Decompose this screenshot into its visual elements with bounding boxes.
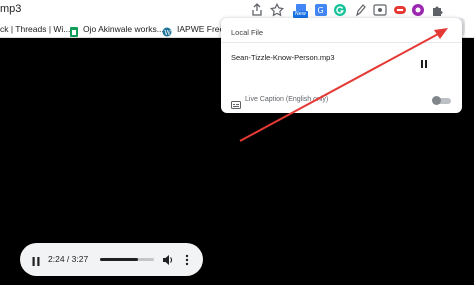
track-title: Sean-Tizzle-Know-Person.mp3: [231, 53, 335, 62]
wordpress-icon: W: [162, 24, 172, 37]
google-sheets-icon: [69, 24, 79, 37]
bookmark-ojo-akinwale[interactable]: Ojo Akinwale works...: [83, 24, 164, 34]
seek-bar-fill: [100, 258, 138, 261]
player-time: 2:24 / 3:27: [48, 254, 89, 264]
player-seek-bar[interactable]: [100, 258, 154, 261]
popup-source-label: Local File: [231, 28, 264, 37]
audio-player: 2:24 / 3:27: [20, 243, 203, 276]
player-pause-button[interactable]: [31, 254, 41, 266]
popup-divider: [221, 42, 462, 43]
browser-topbar: mp3 New G: [0, 0, 474, 20]
pause-icon: [32, 257, 40, 266]
live-caption-label: Live Caption (English only): [245, 96, 329, 103]
more-options-icon[interactable]: [185, 253, 189, 266]
puzzle-icon[interactable]: [430, 3, 444, 17]
volume-icon[interactable]: [162, 253, 174, 265]
svg-text:G: G: [318, 6, 324, 15]
rec-extension-icon[interactable]: [411, 3, 425, 17]
new-badge: New: [293, 11, 308, 18]
svg-text:W: W: [164, 29, 171, 37]
star-icon[interactable]: [270, 3, 284, 17]
pause-icon: [421, 60, 427, 68]
adblock-icon[interactable]: [393, 3, 407, 17]
live-caption-toggle[interactable]: [432, 96, 452, 105]
bookmark-threads[interactable]: ck | Threads | Wi...: [0, 24, 70, 34]
live-caption-icon: [231, 96, 241, 109]
recorder-icon[interactable]: [373, 3, 387, 17]
share-icon[interactable]: [250, 3, 264, 17]
toggle-knob: [432, 96, 441, 105]
grammarly-icon[interactable]: [333, 3, 347, 17]
media-popup: Local File Sean-Tizzle-Know-Person.mp3 L…: [221, 18, 462, 113]
tab-title: mp3: [0, 3, 22, 15]
stylus-icon[interactable]: [353, 3, 367, 17]
translate-icon[interactable]: G: [314, 3, 328, 17]
popup-pause-button[interactable]: [419, 56, 429, 68]
